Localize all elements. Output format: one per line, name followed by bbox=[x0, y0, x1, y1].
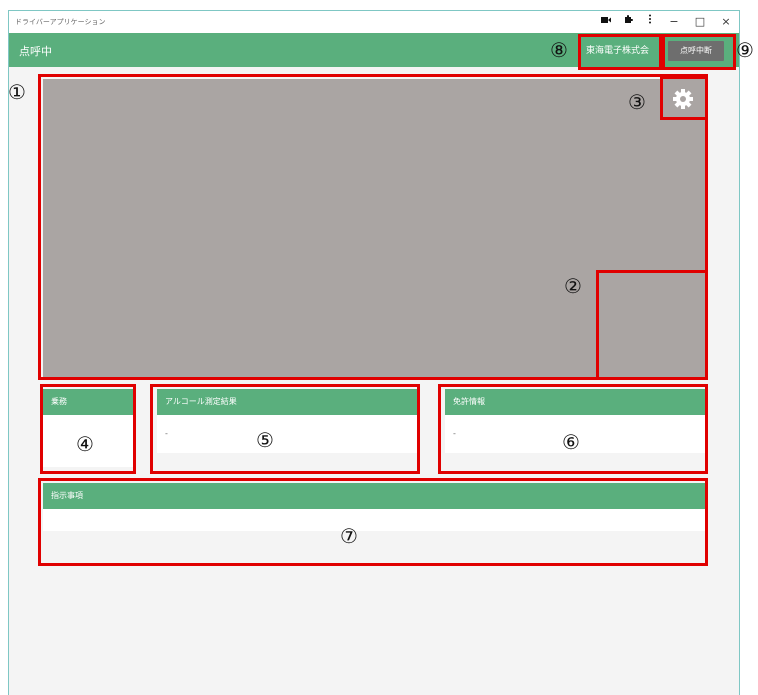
callout-number-8: ⑧ bbox=[550, 38, 568, 62]
close-button[interactable]: × bbox=[713, 11, 739, 33]
callout-box-self-preview bbox=[596, 270, 708, 380]
callout-number-1: ① bbox=[8, 80, 26, 104]
camera-icon[interactable] bbox=[595, 11, 617, 33]
callout-number-3: ③ bbox=[628, 90, 646, 114]
callout-number-4: ④ bbox=[76, 432, 94, 456]
puzzle-icon[interactable] bbox=[617, 11, 639, 33]
callout-box-duty bbox=[40, 384, 136, 474]
callout-number-5: ⑤ bbox=[256, 428, 274, 452]
title-bar-controls: − □ × bbox=[595, 11, 739, 33]
callout-number-9: ⑨ bbox=[736, 38, 754, 62]
callout-box-stop-button bbox=[662, 34, 736, 70]
title-bar: ドライバーアプリケーション − □ × bbox=[9, 11, 739, 33]
window-title: ドライバーアプリケーション bbox=[15, 18, 106, 26]
callout-box-instructions bbox=[38, 478, 708, 566]
callout-box-license bbox=[438, 384, 708, 474]
maximize-button[interactable]: □ bbox=[687, 11, 713, 33]
callout-box-settings bbox=[660, 76, 708, 120]
minimize-button[interactable]: − bbox=[661, 11, 687, 33]
callout-box-alcohol bbox=[150, 384, 420, 474]
callout-number-2: ② bbox=[564, 274, 582, 298]
callout-box-company bbox=[578, 34, 662, 70]
callout-number-7: ⑦ bbox=[340, 524, 358, 548]
kebab-menu-icon[interactable] bbox=[639, 11, 661, 33]
page-title: 点呼中 bbox=[19, 45, 52, 58]
callout-number-6: ⑥ bbox=[562, 430, 580, 454]
